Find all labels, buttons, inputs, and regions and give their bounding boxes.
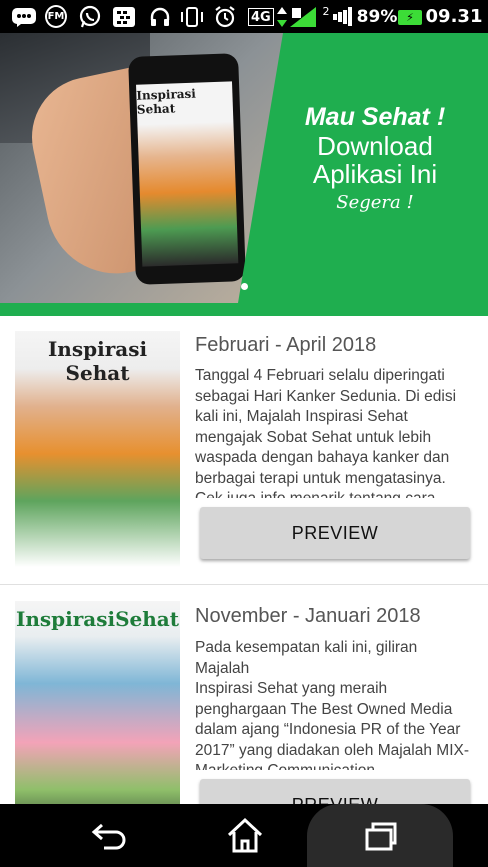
banner-page-indicator[interactable] bbox=[241, 283, 248, 290]
fm-icon: FM bbox=[45, 5, 67, 28]
blackberry-icon bbox=[112, 5, 136, 28]
preview-button[interactable]: PREVIEW bbox=[200, 507, 470, 559]
list-item[interactable]: InspirasiSehat November - Januari 2018 P… bbox=[0, 585, 488, 804]
banner-line-now: Segera ! bbox=[336, 192, 414, 213]
status-bar: FM 4G 2 89% ⚡ 09.31 bbox=[0, 0, 488, 33]
list-item[interactable]: Inspirasi Sehat Februari - April 2018 Ta… bbox=[0, 316, 488, 584]
banner-line-app: Aplikasi Ini bbox=[312, 159, 438, 189]
clock: 09.31 bbox=[425, 6, 483, 27]
headset-icon bbox=[148, 5, 172, 28]
phone-screen: Inspirasi Sehat bbox=[136, 81, 239, 267]
recent-apps-icon bbox=[365, 822, 397, 850]
banner-line-download: Download bbox=[317, 131, 433, 161]
preview-button[interactable]: PREVIEW bbox=[200, 779, 470, 804]
magazine-cover[interactable]: Inspirasi Sehat bbox=[15, 331, 180, 567]
back-icon bbox=[91, 823, 126, 849]
alarm-icon bbox=[212, 5, 238, 28]
edition-title: November - Januari 2018 bbox=[195, 605, 421, 627]
recent-apps-button[interactable] bbox=[340, 804, 420, 867]
magazine-cover[interactable]: InspirasiSehat bbox=[15, 601, 180, 804]
edition-list[interactable]: Inspirasi Sehat Februari - April 2018 Ta… bbox=[0, 316, 488, 804]
banner-bottom-strip bbox=[0, 303, 488, 316]
banner-headline: Mau Sehat ! bbox=[304, 103, 446, 131]
network-type: 4G bbox=[248, 8, 274, 26]
edition-title: Februari - April 2018 bbox=[195, 334, 377, 356]
phone-mockup: Inspirasi Sehat bbox=[128, 53, 246, 285]
data-arrows-icon bbox=[276, 5, 288, 28]
promo-banner[interactable]: Inspirasi Sehat Mau Sehat ! Download Apl… bbox=[0, 33, 488, 303]
signal-strength-icon bbox=[331, 5, 353, 28]
battery-percent: 89% bbox=[356, 6, 398, 27]
banner-text: Mau Sehat ! Download Aplikasi Ini Segera… bbox=[280, 103, 470, 213]
sim-slot: 2 bbox=[322, 5, 330, 18]
signal-icon bbox=[289, 5, 317, 28]
home-icon bbox=[227, 817, 263, 852]
home-button[interactable] bbox=[205, 804, 285, 867]
bbm-icon bbox=[10, 5, 38, 28]
edition-description: Pada kesempatan kali ini, giliran Majala… bbox=[195, 639, 470, 770]
battery-charging-icon: ⚡ bbox=[398, 10, 422, 25]
back-button[interactable] bbox=[70, 804, 150, 867]
vibrate-icon bbox=[179, 5, 205, 28]
phone-screen-title: Inspirasi Sehat bbox=[136, 86, 197, 117]
edition-description: Tanggal 4 Februari selalu diperingati se… bbox=[195, 367, 457, 498]
cover-title: Inspirasi Sehat bbox=[47, 337, 148, 385]
cover-title: InspirasiSehat bbox=[16, 607, 179, 631]
navigation-bar bbox=[0, 804, 488, 867]
whatsapp-icon bbox=[77, 5, 103, 28]
